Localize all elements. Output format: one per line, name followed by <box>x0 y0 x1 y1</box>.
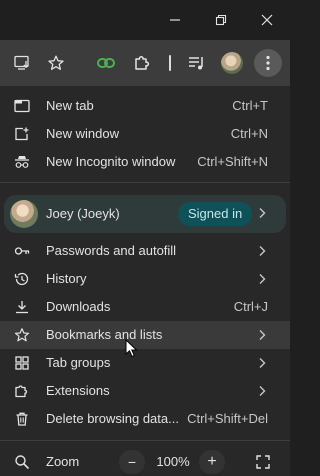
close-icon <box>261 14 273 26</box>
menu-item-label: History <box>46 271 87 286</box>
menu-item-bookmarks-and-lists[interactable]: Bookmarks and lists <box>0 321 290 349</box>
menu-item-new-window[interactable]: New window Ctrl+N <box>0 120 290 148</box>
chevron-right-icon <box>259 386 266 396</box>
zoom-out-button[interactable]: − <box>119 450 145 474</box>
toolbar-separator <box>169 55 171 71</box>
profile-row[interactable]: Joey (Joeyk) Signed in <box>4 195 286 233</box>
menu-item-downloads[interactable]: Downloads Ctrl+J <box>0 293 290 321</box>
menu-item-new-incognito-window[interactable]: New Incognito window Ctrl+Shift+N <box>0 148 290 176</box>
zoom-label: Zoom <box>46 454 80 469</box>
zoom-magnifier-icon <box>14 454 30 475</box>
menu-item-delete-browsing-data[interactable]: Delete browsing data... Ctrl+Shift+Del <box>0 405 290 433</box>
zoom-value: 100% <box>156 454 190 469</box>
menu-item-shortcut: Ctrl+Shift+N <box>197 154 268 169</box>
key-icon <box>14 244 30 258</box>
menu-item-label: Delete browsing data... <box>46 411 179 426</box>
chevron-right-icon <box>259 358 266 368</box>
menu-item-label: Downloads <box>46 299 111 314</box>
menu-item-shortcut: Ctrl+Shift+Del <box>187 411 268 426</box>
app-menu: New tab Ctrl+T New window Ctrl+N New Inc… <box>0 86 290 476</box>
extension-puzzle-icon <box>135 56 150 70</box>
menu-item-label: New window <box>46 126 119 141</box>
zoom-row: Zoom − 100% + <box>0 448 290 476</box>
fullscreen-icon <box>256 455 270 469</box>
mouse-pointer-icon <box>125 339 138 358</box>
signed-in-badge: Signed in <box>178 202 253 226</box>
plus-icon: + <box>207 453 217 470</box>
menu-item-label: Passwords and autofill <box>46 243 177 258</box>
profile-button[interactable] <box>219 50 245 76</box>
bookmark-star-button[interactable] <box>43 50 69 76</box>
chevron-right-icon <box>259 330 266 340</box>
trash-icon <box>14 412 30 426</box>
star-icon <box>48 55 64 70</box>
incognito-icon <box>14 155 30 169</box>
install-app-button[interactable] <box>10 50 36 76</box>
minimize-button[interactable] <box>163 8 187 32</box>
menu-item-shortcut: Ctrl+T <box>232 98 268 113</box>
chevron-right-icon <box>259 274 266 284</box>
install-app-icon <box>14 55 29 70</box>
window-title-bar <box>0 0 290 40</box>
browser-toolbar <box>0 40 290 86</box>
media-control-button[interactable] <box>184 50 210 76</box>
menu-item-tab-groups[interactable]: Tab groups <box>0 349 290 377</box>
menu-button[interactable] <box>254 49 282 77</box>
media-queue-icon <box>189 57 203 70</box>
menu-item-shortcut: Ctrl+J <box>233 299 268 314</box>
menu-item-shortcut: Ctrl+N <box>230 126 268 141</box>
three-dots-vertical-icon <box>266 55 270 71</box>
menu-item-extensions[interactable]: Extensions <box>0 377 290 405</box>
extension-chain-button[interactable] <box>93 50 119 76</box>
minimize-icon <box>170 19 180 21</box>
tab-groups-grid-icon <box>14 356 30 370</box>
minus-icon: − <box>127 454 137 470</box>
close-button[interactable] <box>255 8 279 32</box>
menu-item-label: Extensions <box>46 383 110 398</box>
menu-divider <box>0 440 290 441</box>
fullscreen-button[interactable] <box>252 451 274 473</box>
restore-icon <box>215 14 227 26</box>
history-clock-icon <box>14 272 30 286</box>
menu-item-label: Bookmarks and lists <box>46 327 163 342</box>
menu-item-label: Tab groups <box>46 355 111 370</box>
menu-item-label: New Incognito window <box>46 154 176 169</box>
profile-name: Joey (Joeyk) <box>46 206 120 221</box>
new-window-icon <box>14 127 30 141</box>
avatar <box>221 52 243 74</box>
download-icon <box>14 300 30 314</box>
menu-item-label: New tab <box>46 98 94 113</box>
chain-link-icon <box>97 58 115 68</box>
menu-item-passwords-and-autofill[interactable]: Passwords and autofill <box>0 237 290 265</box>
avatar <box>10 200 38 228</box>
new-tab-icon <box>14 99 30 113</box>
chevron-right-icon <box>259 246 266 256</box>
restore-button[interactable] <box>209 8 233 32</box>
menu-item-history[interactable]: History <box>0 265 290 293</box>
extension-puzzle-icon <box>14 384 30 398</box>
extensions-button[interactable] <box>129 50 155 76</box>
menu-item-new-tab[interactable]: New tab Ctrl+T <box>0 92 290 120</box>
star-icon <box>14 328 30 342</box>
menu-divider <box>0 182 290 183</box>
chevron-right-icon <box>259 208 266 218</box>
zoom-in-button[interactable]: + <box>199 450 225 474</box>
